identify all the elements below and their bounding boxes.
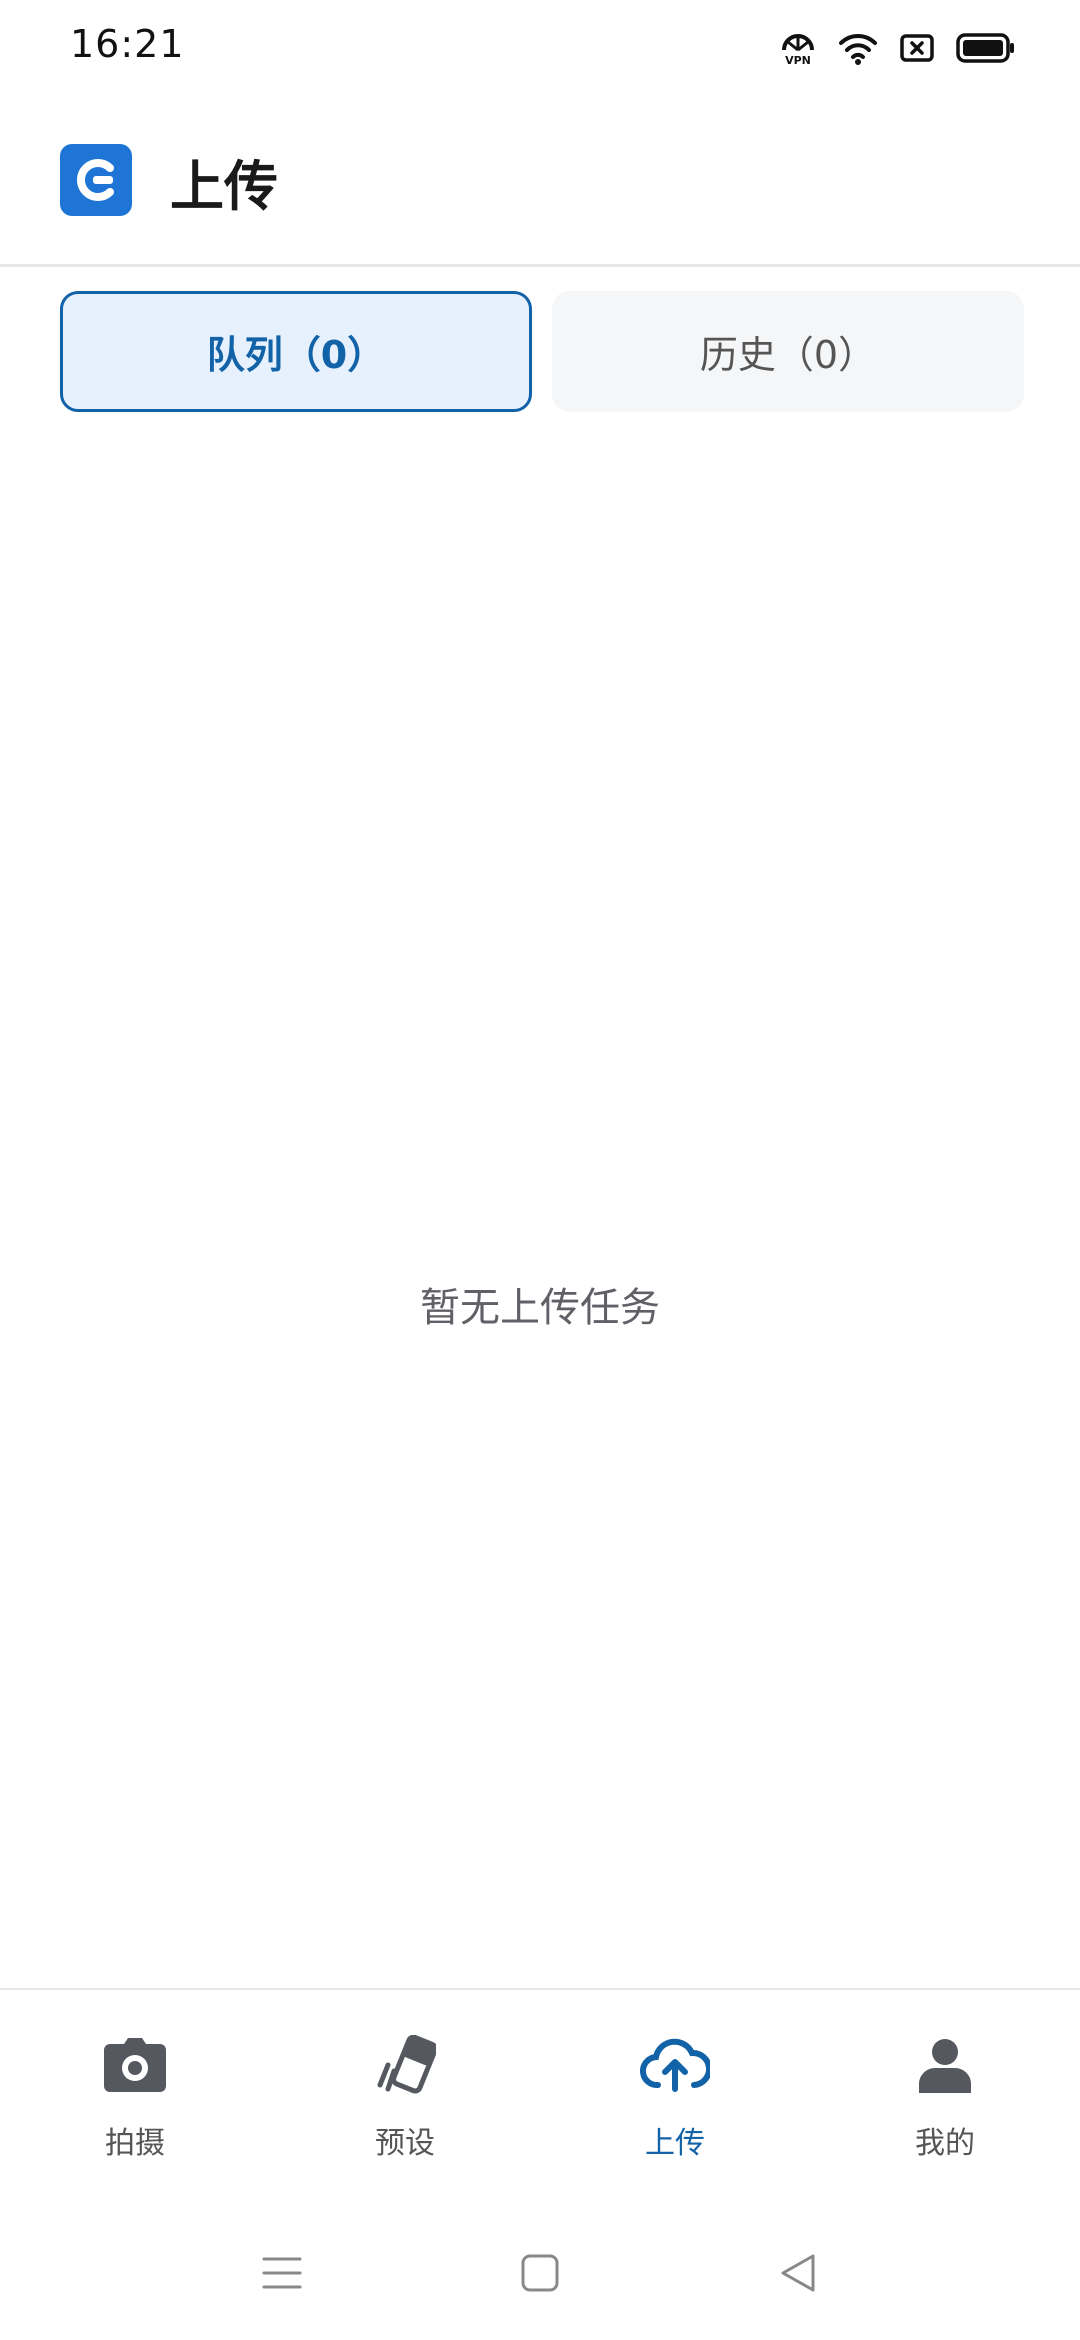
camera-icon — [100, 2030, 170, 2100]
app-logo-icon — [60, 144, 132, 216]
presets-icon — [370, 2030, 440, 2100]
status-bar: 16:21 VPN — [0, 0, 1080, 96]
sim-off-icon — [900, 33, 934, 63]
nav-item-upload[interactable]: 上传 — [575, 1990, 775, 2180]
svg-text:VPN: VPN — [785, 54, 811, 66]
nav-label-presets: 预设 — [375, 2126, 435, 2161]
status-icons: VPN — [780, 28, 1016, 68]
app-header: 上传 — [0, 96, 1080, 267]
nav-label-upload: 上传 — [645, 2126, 705, 2161]
status-time: 16:21 — [70, 22, 185, 66]
bottom-nav: 拍摄 预设 上传 我的 — [0, 1988, 1080, 2200]
tab-history[interactable]: 历史（0） — [552, 291, 1024, 412]
tab-queue[interactable]: 队列（0） — [60, 291, 532, 412]
nav-item-presets[interactable]: 预设 — [305, 1990, 505, 2180]
upload-screen: 16:21 VPN 上传 队列（0） 历史（0） 暂无上传任务 拍摄 预设 上传… — [0, 0, 1080, 2340]
battery-icon — [956, 33, 1016, 63]
nav-item-camera[interactable]: 拍摄 — [35, 1990, 235, 2180]
page-title: 上传 — [170, 155, 278, 218]
person-icon — [910, 2030, 980, 2100]
home-icon[interactable] — [505, 2238, 575, 2308]
menu-icon[interactable] — [247, 2238, 317, 2308]
empty-state-message: 暂无上传任务 — [420, 1285, 660, 1331]
nav-item-mine[interactable]: 我的 — [845, 1990, 1045, 2180]
nav-label-mine: 我的 — [915, 2126, 975, 2161]
vpn-icon: VPN — [780, 30, 816, 66]
cloud-upload-icon — [640, 2030, 710, 2100]
tab-bar: 队列（0） 历史（0） — [60, 291, 1024, 412]
wifi-icon — [838, 31, 878, 65]
system-nav-bar — [0, 2210, 1080, 2340]
back-icon[interactable] — [763, 2238, 833, 2308]
nav-label-camera: 拍摄 — [105, 2126, 165, 2161]
